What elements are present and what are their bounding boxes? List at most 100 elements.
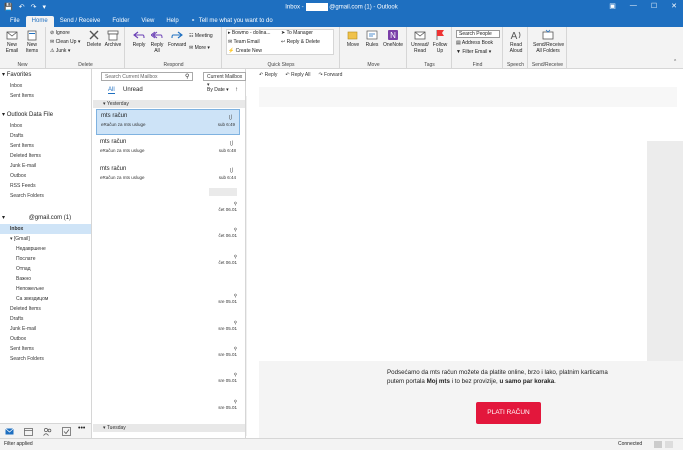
reading-reply-all-button[interactable]: ↶ Reply All: [285, 72, 310, 78]
tell-me-box[interactable]: ⚬ Tell me what you want to do: [191, 16, 273, 27]
quick-step-team-email[interactable]: ✉ Team Email: [228, 39, 260, 46]
unread-read-button[interactable]: Unread/ Read: [411, 29, 429, 54]
mail-icon[interactable]: [5, 427, 14, 436]
account-folder-drafts-sr[interactable]: Недавршене: [0, 244, 91, 254]
clean-up-button[interactable]: ✉ Clean Up ▾: [50, 39, 80, 46]
quick-step-1[interactable]: ▸ Bowmo - dolina...: [228, 30, 271, 37]
address-book-button[interactable]: ▤ Address Book: [456, 40, 493, 47]
forward-button[interactable]: Forward: [168, 29, 186, 48]
filter-email-button[interactable]: ▼ Filter Email ▾: [456, 49, 491, 56]
favorites-sent-items[interactable]: Sent Items: [0, 91, 91, 101]
favorites-header[interactable]: ▾ Favorites: [2, 70, 93, 80]
account-drafts[interactable]: Drafts: [0, 314, 91, 324]
quick-step-to-manager[interactable]: ➤ To Manager: [281, 30, 313, 37]
minimize-icon[interactable]: —: [630, 2, 637, 10]
account-search-folders[interactable]: Search Folders: [0, 354, 91, 364]
email-row[interactable]: mts račun eRačun za mts usluge sub 6:49: [96, 109, 240, 135]
quick-step-reply-delete[interactable]: ↩ Reply & Delete: [281, 39, 320, 46]
df-outbox[interactable]: Outbox: [0, 171, 91, 181]
df-inbox[interactable]: Inbox: [0, 121, 91, 131]
more-modules-icon[interactable]: •••: [78, 425, 87, 434]
reading-reply-button[interactable]: ↶ Reply: [259, 72, 277, 78]
new-items-button[interactable]: New Items: [23, 29, 41, 54]
group-header-yesterday[interactable]: ▾ Yesterday: [93, 100, 245, 108]
reading-view-icon[interactable]: [665, 441, 673, 448]
send-receive-all-button[interactable]: Send/Receive All Folders: [533, 29, 564, 54]
pay-bill-button[interactable]: PLATI RAČUN: [476, 402, 541, 424]
data-file-header[interactable]: ▾ Outlook Data File: [2, 110, 93, 120]
email-row-stub[interactable]: ⚲ sre 05.01: [209, 293, 237, 304]
df-rss-feeds[interactable]: RSS Feeds: [0, 181, 91, 191]
collapse-ribbon-icon[interactable]: ⌃: [673, 59, 677, 66]
tab-folder[interactable]: Folder: [106, 16, 135, 27]
email-row-stub[interactable]: ⚲ sre 05.01: [209, 372, 237, 383]
reading-forward-button[interactable]: ↷ Forward: [318, 72, 342, 78]
account-folder-important-sr[interactable]: Важно: [0, 274, 91, 284]
sort-by-dropdown[interactable]: By Date ▾: [207, 87, 229, 93]
search-people-input[interactable]: Search People: [456, 30, 500, 38]
ignore-button[interactable]: ⊘ Ignore: [50, 30, 70, 37]
calendar-icon[interactable]: [24, 427, 33, 436]
tab-view[interactable]: View: [135, 16, 160, 27]
search-icon[interactable]: ⚲: [185, 73, 189, 80]
filter-all-tab[interactable]: All: [108, 87, 115, 94]
email-row-stub[interactable]: ⚲ sre 05.01: [209, 320, 237, 331]
new-items-icon: [27, 30, 37, 41]
move-button[interactable]: Move: [344, 29, 362, 48]
maximize-icon[interactable]: ☐: [651, 2, 657, 10]
account-deleted-items[interactable]: Deleted Items: [0, 304, 91, 314]
archive-button[interactable]: Archive: [104, 29, 122, 48]
df-search-folders[interactable]: Search Folders: [0, 191, 91, 201]
junk-button[interactable]: ⚠ Junk ▾: [50, 48, 70, 55]
reply-all-button[interactable]: Reply All: [148, 29, 166, 54]
read-aloud-button[interactable]: A Read Aloud: [507, 29, 525, 54]
tab-home[interactable]: Home: [25, 16, 54, 27]
df-sent-items[interactable]: Sent Items: [0, 141, 91, 151]
df-drafts[interactable]: Drafts: [0, 131, 91, 141]
more-respond-button[interactable]: ✉ More ▾: [189, 45, 210, 52]
search-input[interactable]: Search Current Mailbox: [101, 72, 193, 81]
favorites-inbox[interactable]: Inbox: [0, 81, 91, 91]
account-sent-items[interactable]: Sent Items: [0, 344, 91, 354]
normal-view-icon[interactable]: [654, 441, 662, 448]
account-inbox[interactable]: Inbox: [0, 224, 91, 234]
email-row-stub[interactable]: ⚲ čet 06.01: [209, 227, 237, 238]
tab-send-receive[interactable]: Send / Receive: [54, 16, 107, 27]
account-folder-spam-sr[interactable]: Непожељне: [0, 284, 91, 294]
reply-button[interactable]: Reply: [130, 29, 148, 48]
account-gmail-folder[interactable]: ▾ [Gmail]: [0, 234, 91, 244]
email-row-stub[interactable]: ⚲ sre 05.01: [209, 399, 237, 410]
close-icon[interactable]: ✕: [671, 2, 677, 10]
search-scope-dropdown[interactable]: Current Mailbox ▾: [203, 72, 246, 88]
account-folder-sent-sr[interactable]: Послате: [0, 254, 91, 264]
new-email-button[interactable]: New Email: [3, 29, 21, 54]
follow-up-button[interactable]: Follow Up: [431, 29, 449, 54]
account-junk-email[interactable]: Junk E-mail: [0, 324, 91, 334]
email-row[interactable]: mts račun eRačun za mts usluge sub 6:48: [96, 136, 240, 162]
tab-help[interactable]: Help: [160, 16, 184, 27]
meeting-button[interactable]: ☷ Meeting: [189, 33, 213, 40]
email-row-stub[interactable]: [209, 188, 237, 199]
sort-direction-icon[interactable]: ↑: [235, 87, 238, 93]
email-row-stub[interactable]: ⚲ sre 05.01: [209, 346, 237, 357]
people-icon[interactable]: [43, 427, 52, 436]
df-junk-email[interactable]: Junk E-mail: [0, 161, 91, 171]
onenote-button[interactable]: N OneNote: [382, 29, 404, 48]
email-row-stub[interactable]: ⚲ čet 06.01: [209, 254, 237, 265]
df-deleted-items[interactable]: Deleted Items: [0, 151, 91, 161]
email-row-stub[interactable]: ⚲ čet 06.01: [209, 201, 237, 212]
ribbon-display-icon[interactable]: ▣: [609, 2, 616, 10]
account-outbox[interactable]: Outbox: [0, 334, 91, 344]
tab-file[interactable]: File: [4, 16, 26, 27]
email-row[interactable]: mts račun eRačun za mts usluge sub 6:44: [96, 163, 240, 189]
tasks-icon[interactable]: [62, 427, 71, 436]
junk-icon: ⚠: [50, 48, 55, 54]
group-header-tuesday[interactable]: ▾ Tuesday: [93, 424, 245, 432]
account-folder-starred-sr[interactable]: Са звездицом: [0, 294, 91, 304]
account-folder-trash-sr[interactable]: Отпад: [0, 264, 91, 274]
delete-button[interactable]: Delete: [85, 29, 103, 48]
filter-unread-tab[interactable]: Unread: [123, 87, 143, 93]
rules-button[interactable]: Rules: [363, 29, 381, 48]
quick-step-create-new[interactable]: ⚡ Create New: [228, 48, 262, 55]
account-header[interactable]: ▾ @gmail.com (1): [2, 213, 93, 223]
